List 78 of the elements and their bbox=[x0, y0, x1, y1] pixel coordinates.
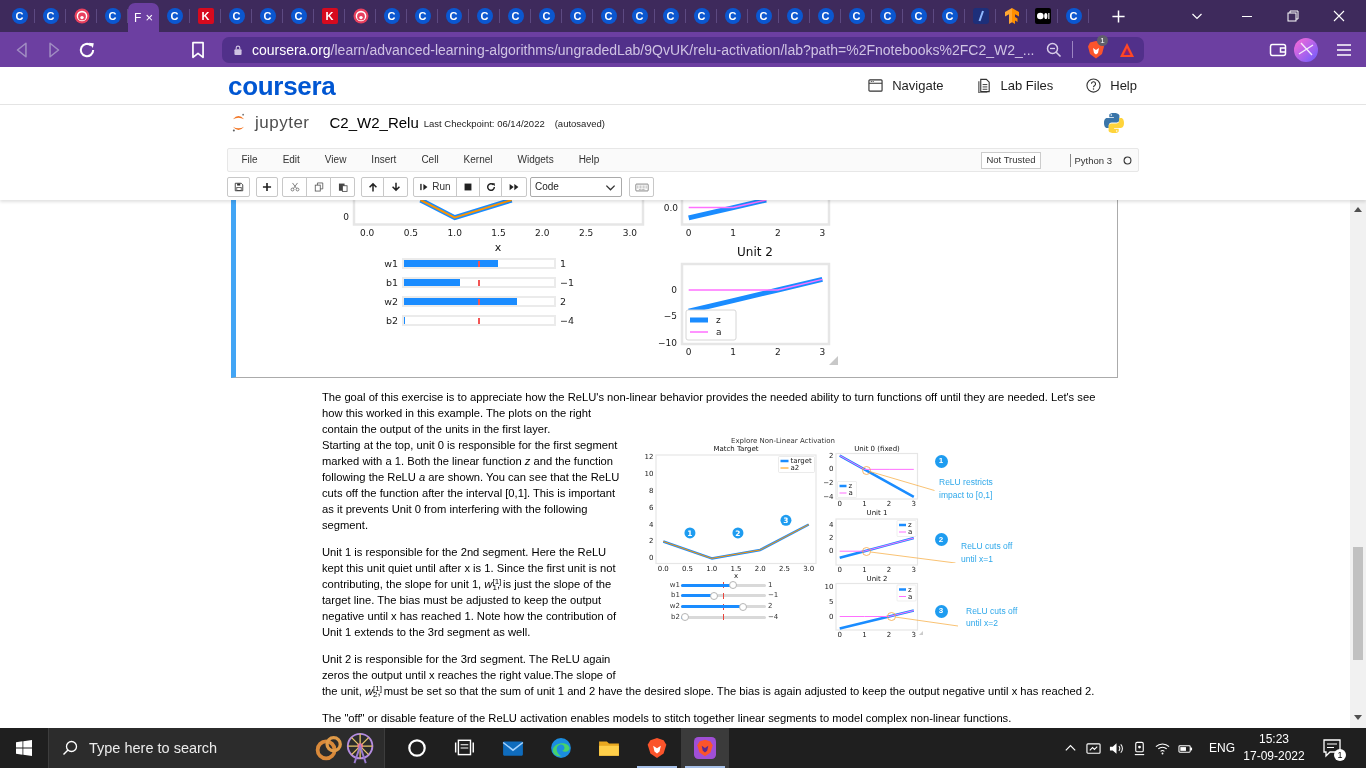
autosave-status: (autosaved) bbox=[554, 119, 605, 129]
slider-value: 2 bbox=[560, 296, 567, 307]
chart-title: Unit 2 bbox=[737, 245, 773, 259]
annotation-text: ReLU restricts impact to [0,1] bbox=[939, 476, 993, 501]
tick-label: 3 bbox=[819, 346, 826, 357]
slider-value: 1 bbox=[560, 258, 567, 269]
favicon: C bbox=[662, 8, 679, 24]
axis-label: x bbox=[494, 240, 502, 253]
favicon: C bbox=[290, 8, 307, 24]
favicon: C bbox=[910, 8, 927, 24]
tick-label: 3 bbox=[819, 228, 826, 238]
tick-label: −5 bbox=[663, 311, 677, 322]
favicon: C bbox=[941, 8, 958, 24]
favicon: C bbox=[538, 8, 555, 24]
tick-label: 0.0 bbox=[663, 202, 678, 213]
favicon: C bbox=[879, 8, 896, 24]
favicon: K bbox=[321, 8, 338, 24]
tick-label: 1 bbox=[730, 228, 737, 238]
paragraph: Starting at the top, unit 0 is responsible for the first segment marked with a 1. Both the linear function z and the function following the ReLU a are shown. You can see that the ReLU cuts off the function after the interval [0,1]. This is important as it prevents Unit 0 from interfering with the following segment. bbox=[322, 438, 621, 533]
tick-label: 0.5 bbox=[403, 228, 419, 238]
favicon: C bbox=[755, 8, 772, 24]
favicon: C bbox=[228, 8, 245, 24]
favicon: C bbox=[693, 8, 710, 24]
tick-label: 3.0 bbox=[622, 228, 638, 238]
annotation-text: ReLU cuts off until x=2 bbox=[966, 604, 1018, 630]
favicon: C bbox=[848, 8, 865, 24]
tick-label: 1.0 bbox=[447, 228, 462, 238]
step-marker: 3 bbox=[934, 604, 948, 618]
tick-label: 0 bbox=[685, 228, 692, 238]
shield-count-badge: 1 bbox=[1097, 35, 1108, 46]
step-marker: 2 bbox=[934, 533, 948, 546]
tick-label: 2.5 bbox=[578, 228, 594, 238]
legend-label: a bbox=[716, 327, 722, 337]
favicon: C bbox=[445, 8, 462, 24]
favicon: C bbox=[42, 8, 59, 24]
favicon: C bbox=[507, 8, 524, 24]
legend-label: z bbox=[716, 315, 721, 325]
tick-label: 0 bbox=[685, 346, 692, 357]
step-marker: 1 bbox=[934, 454, 948, 468]
kernel-name: Python 3 bbox=[1069, 153, 1112, 167]
slider-label: b1 bbox=[384, 277, 398, 288]
favicon: C bbox=[104, 8, 121, 24]
favicon: C bbox=[476, 8, 493, 24]
favicon: K bbox=[197, 8, 214, 24]
paragraph: Unit 2 is responsible for the 3rd segment. The ReLU again zeros the output until x reaches the right value.The slope of the unit, w$^{[1]}$$_{2}$, must be set so that the sum of unit 1 and 2 have the desired slope. The bias is again adjusted to keep the output negative until x has reached 2. bbox=[322, 652, 1096, 699]
slider-label: b2 bbox=[384, 315, 398, 326]
slider-value: −4 bbox=[560, 315, 574, 326]
tick-label: −10 bbox=[658, 337, 677, 348]
favicon: C bbox=[724, 8, 741, 24]
paragraph: The goal of this exercise is to appreciate how the ReLU's non-linear behavior provides the needed ability to turn functions off until they are needed. Let's see how this worked in this example. The plots on the right contain the output of the units in the first layer. bbox=[322, 390, 1097, 437]
tick-label: 2 bbox=[774, 228, 781, 238]
tab-title: F bbox=[134, 11, 142, 24]
favicon: C bbox=[11, 8, 28, 24]
favicon: C bbox=[786, 8, 803, 24]
slider-value: −1 bbox=[560, 277, 574, 288]
checkpoint-text: Last Checkpoint: 06/14/2022 bbox=[423, 119, 545, 129]
notification-badge: 1 bbox=[1334, 749, 1346, 761]
favicon: C bbox=[569, 8, 586, 24]
favicon: C bbox=[414, 8, 431, 24]
favicon: C bbox=[166, 8, 183, 24]
favicon: C bbox=[259, 8, 276, 24]
paragraph: Unit 1 is responsible for the 2nd segment. Here the ReLU kept this unit quiet until after x is 1. Since the first unit is not contributing, the slope for unit 1, w$^{[1]}$$_{1}$, is just the slope of the target line. The bias must be adjusted to keep the output negative until x has reached 1. Note how the contribution of Unit 1 extends to the 3rd segment as well. bbox=[322, 545, 618, 640]
tick-label: 2 bbox=[774, 346, 781, 357]
tick-label: 0 bbox=[671, 284, 677, 295]
tick-label: 0.0 bbox=[359, 228, 375, 238]
favicon: C bbox=[1065, 8, 1082, 24]
favicon: C bbox=[631, 8, 648, 24]
favicon: C bbox=[600, 8, 617, 24]
tick-label: 2.0 bbox=[535, 228, 550, 238]
favicon: C bbox=[383, 8, 400, 24]
annotation-text: ReLU cuts off until x=1 bbox=[961, 540, 1013, 565]
tick-label: 1 bbox=[730, 346, 737, 357]
paragraph: The "off" or disable feature of the ReLU activation enables models to stitch together linear segments to model complex non-linear functions. bbox=[322, 711, 1013, 726]
favicon: C bbox=[817, 8, 834, 24]
tick-label: 0 bbox=[343, 212, 349, 222]
slider-label: w1 bbox=[383, 258, 398, 269]
slider-label: w2 bbox=[383, 296, 398, 307]
tick-label: 1.5 bbox=[491, 228, 506, 238]
